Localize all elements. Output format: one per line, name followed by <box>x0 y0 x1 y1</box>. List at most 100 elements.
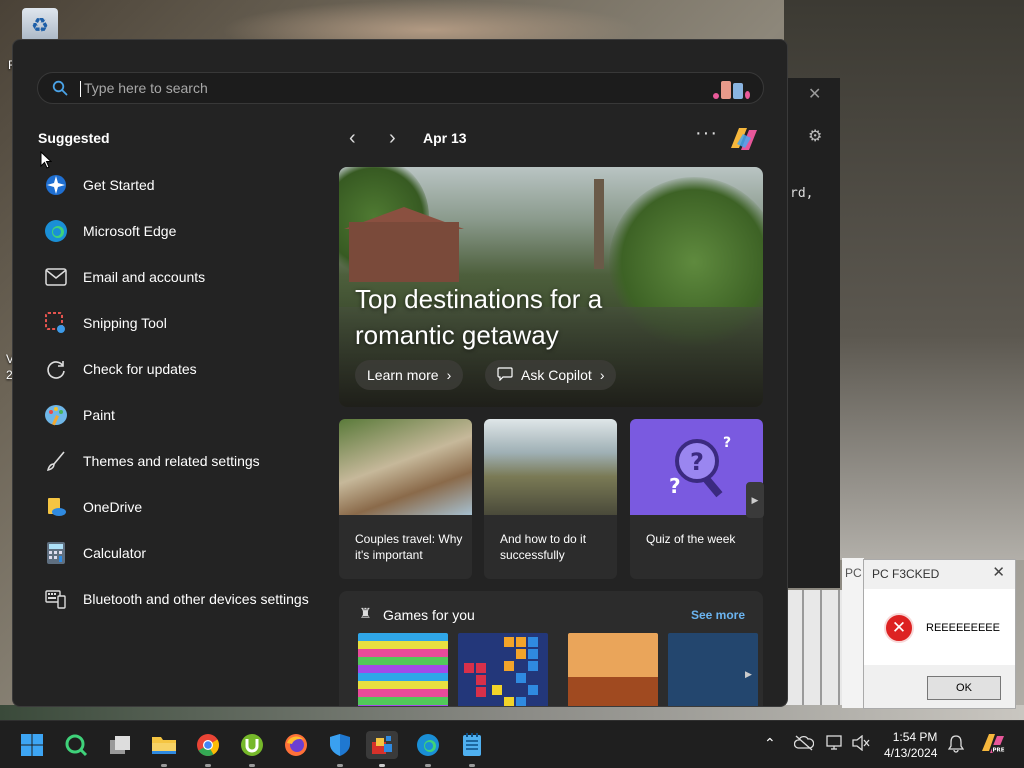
card-image: ? ? ? <box>630 419 763 515</box>
block-puzzle-image <box>464 637 538 706</box>
app-item-calculator[interactable]: Calculator <box>43 530 333 576</box>
app-item-onedrive[interactable]: OneDrive <box>43 484 333 530</box>
ok-button[interactable]: OK <box>927 676 1001 700</box>
task-view-icon[interactable] <box>106 731 134 759</box>
card-text: Couples travel: Why it's important <box>355 532 463 562</box>
app-item-themes[interactable]: Themes and related settings <box>43 438 333 484</box>
chrome-icon[interactable] <box>194 731 222 767</box>
close-icon[interactable]: ✕ <box>992 563 1005 581</box>
feed-nav: ‹ › Apr 13 ··· <box>339 122 763 154</box>
app-label: Get Started <box>83 177 155 193</box>
app-item-check-updates[interactable]: Check for updates <box>43 346 333 392</box>
scroll-right-icon[interactable]: ▶ <box>746 482 764 518</box>
onedrive-offline-icon[interactable] <box>793 735 815 754</box>
feed-card[interactable]: And how to do it successfully <box>484 419 617 579</box>
svg-text:?: ? <box>723 435 731 451</box>
edge-icon[interactable] <box>414 731 442 767</box>
start-button[interactable] <box>18 731 46 759</box>
volume-muted-icon[interactable] <box>852 734 870 754</box>
search-box[interactable] <box>37 72 764 104</box>
chevron-up-icon[interactable]: ⌃ <box>764 735 776 752</box>
game-tile[interactable] <box>358 633 448 706</box>
app-item-email-accounts[interactable]: Email and accounts <box>43 254 333 300</box>
chevron-left-icon[interactable]: ‹ <box>349 127 356 150</box>
search-icon[interactable] <box>62 731 90 759</box>
error-dialog[interactable]: PC F3CKED ✕ ✕ REEEEEEEEE OK <box>863 559 1016 709</box>
search-highlight-icon <box>713 77 755 99</box>
game-tile[interactable] <box>568 633 658 706</box>
background-window-2[interactable] <box>842 558 864 708</box>
game-tile[interactable] <box>458 633 548 706</box>
running-indicator <box>337 764 343 767</box>
hero-card[interactable]: Top destinations for a romantic getaway … <box>339 167 763 407</box>
search-input[interactable] <box>84 73 684 103</box>
magnifier-question-icon: ? ? ? <box>669 435 731 498</box>
chevron-right-icon[interactable]: › <box>389 127 396 150</box>
suggested-heading: Suggested <box>38 130 110 146</box>
chat-icon <box>497 366 513 384</box>
running-indicator <box>161 764 167 767</box>
recycle-bin-icon[interactable]: ♻ <box>22 8 58 42</box>
copilot-icon[interactable] <box>727 124 759 154</box>
paint-icon <box>43 402 69 428</box>
learn-more-button[interactable]: Learn more › <box>355 360 464 390</box>
gear-icon[interactable]: ⚙ <box>808 126 822 146</box>
learn-more-label: Learn more <box>367 367 439 383</box>
background-window[interactable] <box>786 78 840 588</box>
feed-card[interactable]: Couples travel: Why it's important <box>339 419 472 579</box>
edge-icon <box>43 218 69 244</box>
utorrent-icon[interactable] <box>238 731 266 767</box>
card-text: Quiz of the week <box>646 532 736 546</box>
running-indicator <box>469 764 475 767</box>
firefox-icon[interactable] <box>282 731 310 759</box>
copilot-icon[interactable]: PRE <box>980 731 1006 758</box>
svg-text:?: ? <box>669 474 681 498</box>
defender-icon[interactable] <box>326 731 354 767</box>
dialog-message: REEEEEEEEE <box>926 622 1000 634</box>
card-text: And how to do it successfully <box>500 532 587 562</box>
background-window-content <box>786 590 842 705</box>
start-menu: Suggested Get Started Microsoft Edge Ema… <box>12 39 788 707</box>
file-explorer-icon[interactable] <box>150 731 178 767</box>
app-item-get-started[interactable]: Get Started <box>43 162 333 208</box>
app-label: Check for updates <box>83 361 197 377</box>
app-label: Calculator <box>83 545 147 561</box>
close-icon[interactable]: ✕ <box>808 84 821 104</box>
feed-card[interactable]: ? ? ? Quiz of the week <box>630 419 763 579</box>
clock-time: 1:54 PM <box>892 730 938 744</box>
taskbar: ⌃ 1:54 PM 4/13/2024 PRE <box>0 720 1024 768</box>
games-title: Games for you <box>383 607 475 623</box>
app-icon[interactable] <box>366 731 398 767</box>
network-icon[interactable] <box>826 735 846 754</box>
app-label: Microsoft Edge <box>83 223 177 239</box>
scroll-right-icon[interactable]: ▶ <box>745 669 752 680</box>
app-label: Bluetooth and other devices settings <box>83 591 309 607</box>
feed-date: Apr 13 <box>423 130 467 146</box>
app-label: OneDrive <box>83 499 143 515</box>
app-item-snipping-tool[interactable]: Snipping Tool <box>43 300 333 346</box>
app-item-microsoft-edge[interactable]: Microsoft Edge <box>43 208 333 254</box>
notification-bell-icon[interactable] <box>947 735 965 756</box>
app-label: Themes and related settings <box>83 453 260 469</box>
see-more-link[interactable]: See more <box>691 608 745 622</box>
app-label: Email and accounts <box>83 269 206 285</box>
brush-icon <box>43 448 69 474</box>
devices-icon <box>43 586 69 612</box>
calculator-icon <box>43 540 69 566</box>
system-clock[interactable]: 1:54 PM 4/13/2024 <box>884 729 937 761</box>
search-icon <box>52 80 68 96</box>
hero-title: Top destinations for a romantic getaway <box>355 284 603 350</box>
error-icon: ✕ <box>884 613 914 643</box>
ask-copilot-button[interactable]: Ask Copilot › <box>485 360 617 390</box>
hero-image-house <box>349 222 459 282</box>
more-options-icon[interactable]: ··· <box>695 122 718 145</box>
app-label: Paint <box>83 407 115 423</box>
notepad-icon[interactable] <box>458 731 486 767</box>
clock-date: 4/13/2024 <box>884 746 938 760</box>
card-image <box>339 419 472 515</box>
suggested-app-list: Get Started Microsoft Edge Email and acc… <box>43 162 333 622</box>
app-item-paint[interactable]: Paint <box>43 392 333 438</box>
feed-cards: Couples travel: Why it's important And h… <box>339 419 763 579</box>
app-item-bluetooth-devices[interactable]: Bluetooth and other devices settings <box>43 576 333 622</box>
running-indicator <box>425 764 431 767</box>
